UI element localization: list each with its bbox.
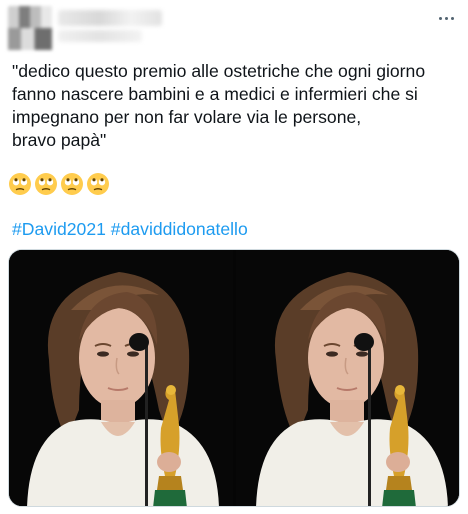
tweet-text-line: fanno nascere bambini e a medici e infer…: [12, 84, 418, 104]
face-with-rolling-eyes-icon: [9, 173, 31, 195]
photo-left[interactable]: [9, 250, 233, 506]
tweet-text-line: impegnano per non far volare via le pers…: [12, 107, 362, 127]
media-grid: [8, 249, 460, 507]
hashtag-link[interactable]: #David2021: [12, 219, 106, 239]
face-with-rolling-eyes-icon: [87, 173, 109, 195]
photo-right[interactable]: [236, 250, 459, 506]
author-handle-redacted[interactable]: [58, 30, 142, 42]
tweet-header: [0, 0, 468, 56]
face-with-rolling-eyes-icon: [35, 173, 57, 195]
tweet-text-line: "dedico questo premio alle ostetriche ch…: [12, 61, 426, 81]
more-horizontal-icon[interactable]: [433, 8, 459, 28]
emoji-row: [8, 172, 110, 198]
tweet-text: "dedico questo premio alle ostetriche ch…: [12, 60, 460, 152]
face-with-rolling-eyes-icon: [61, 173, 83, 195]
author-name-redacted[interactable]: [58, 10, 162, 26]
hashtags: #David2021 #daviddidonatello: [12, 218, 248, 240]
avatar[interactable]: [8, 6, 52, 50]
hashtag-link[interactable]: #daviddidonatello: [111, 219, 248, 239]
tweet-text-line: bravo papà": [12, 130, 107, 150]
tweet-card: "dedico questo premio alle ostetriche ch…: [0, 0, 468, 514]
